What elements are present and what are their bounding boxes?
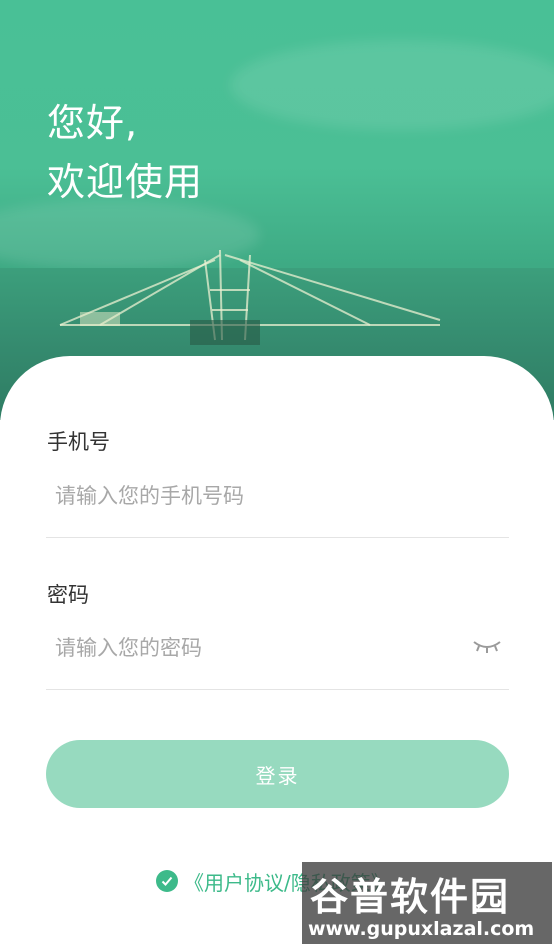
watermark-logo: 谷普软件园 www.gupuxlazal.com [302,862,552,944]
watermark-url: www.gupuxlazal.com [308,918,535,940]
phone-label: 手机号 [47,430,110,454]
password-divider [46,689,509,690]
password-input[interactable] [55,633,455,663]
greeting-line-2: 欢迎使用 [47,160,204,204]
eye-closed-icon[interactable] [472,636,502,656]
watermark-title: 谷普软件园 [310,875,511,919]
password-label: 密码 [47,583,89,607]
mining-excavator-illustration [59,249,441,345]
login-button[interactable]: 登录 [46,740,509,808]
phone-input[interactable] [55,481,455,511]
check-circle-icon[interactable] [156,870,178,892]
greeting-line-1: 您好, [47,101,139,145]
cloud-shape [230,40,554,130]
phone-divider [46,537,509,538]
